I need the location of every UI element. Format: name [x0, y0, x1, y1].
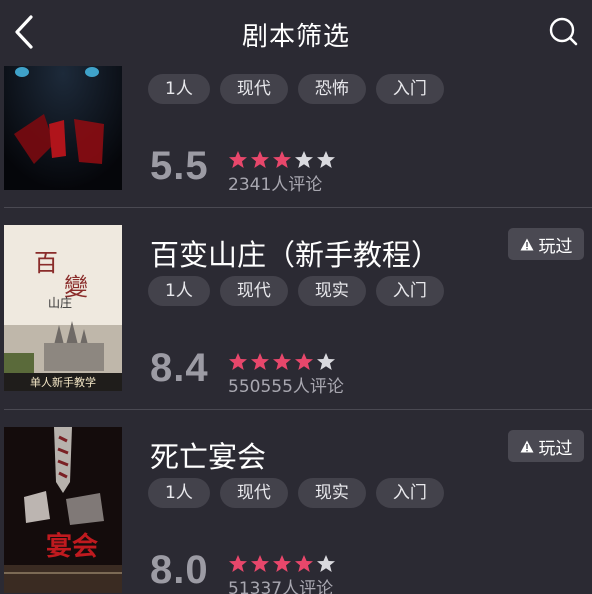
page-title: 剧本筛选 [241, 22, 350, 52]
search-button[interactable] [548, 16, 580, 48]
header-bar: 剧本筛选 [0, 0, 592, 66]
star-rating [228, 352, 336, 372]
cover-title: 宴会 [46, 531, 98, 562]
star-empty-icon [317, 555, 335, 572]
star-rating [228, 150, 336, 170]
tag-genre[interactable]: 恐怖 [297, 74, 366, 104]
tag-player-count[interactable]: 1人 [148, 74, 210, 104]
star-empty-icon [295, 151, 313, 168]
cover-title: 百 [34, 249, 58, 277]
star-filled-icon [251, 555, 269, 572]
star-filled-icon [273, 555, 291, 572]
review-count: 2341人评论 [228, 175, 323, 195]
score: 5.5 [150, 144, 209, 188]
cover-subtitle: 山庄 [48, 295, 72, 310]
script-list: 1人 现代 恐怖 入门 5.5 2341人评论 百 變 山庄 单人新手教学 百变… [0, 0, 592, 594]
tag-difficulty[interactable]: 入门 [375, 276, 444, 306]
star-filled-icon [295, 353, 313, 370]
tag-difficulty[interactable]: 入门 [375, 74, 444, 104]
star-filled-icon [273, 353, 291, 370]
star-filled-icon [229, 555, 247, 572]
star-rating [228, 554, 336, 574]
script-card[interactable]: 百 變 山庄 单人新手教学 百变山庄（新手教程） 玩过 1人 现代 现实 入门 … [0, 208, 592, 410]
played-label: 玩过 [538, 236, 573, 257]
star-filled-icon [229, 151, 247, 168]
cover-caption: 单人新手教学 [30, 375, 96, 389]
search-icon [549, 17, 578, 46]
script-card[interactable]: 宴会 死亡宴会 玩过 1人 现代 现实 入门 8.0 51337人评论 [0, 410, 592, 594]
star-filled-icon [251, 353, 269, 370]
tag-era[interactable]: 现代 [219, 276, 288, 306]
star-filled-icon [273, 151, 291, 168]
played-badge[interactable]: 玩过 [508, 228, 584, 260]
script-title[interactable]: 死亡宴会 [150, 434, 266, 476]
star-filled-icon [251, 151, 269, 168]
star-empty-icon [317, 353, 335, 370]
tag-genre[interactable]: 现实 [297, 478, 366, 508]
tag-list: 1人 现代 现实 入门 [148, 276, 444, 306]
tag-list: 1人 现代 恐怖 入门 [148, 74, 444, 104]
warning-icon [520, 238, 533, 250]
played-label: 玩过 [538, 438, 573, 459]
tag-era[interactable]: 现代 [219, 74, 288, 104]
tag-genre[interactable]: 现实 [297, 276, 366, 306]
score: 8.4 [150, 346, 209, 390]
review-count: 51337人评论 [228, 579, 334, 594]
script-cover[interactable]: 百 變 山庄 单人新手教学 [4, 225, 122, 391]
star-filled-icon [295, 555, 313, 572]
played-badge[interactable]: 玩过 [508, 430, 584, 462]
tag-list: 1人 现代 现实 入门 [148, 478, 444, 508]
review-count: 550555人评论 [228, 377, 344, 397]
tag-difficulty[interactable]: 入门 [375, 478, 444, 508]
tag-era[interactable]: 现代 [219, 478, 288, 508]
cover-image: 百 變 山庄 单人新手教学 [4, 225, 122, 391]
cover-image: 宴会 [4, 427, 122, 593]
star-filled-icon [229, 353, 247, 370]
tag-player-count[interactable]: 1人 [148, 478, 210, 508]
score: 8.0 [150, 548, 209, 592]
script-title[interactable]: 百变山庄（新手教程） [150, 232, 440, 274]
star-empty-icon [317, 151, 335, 168]
tag-player-count[interactable]: 1人 [148, 276, 210, 306]
script-cover[interactable]: 宴会 [4, 427, 122, 593]
warning-icon [520, 440, 533, 452]
